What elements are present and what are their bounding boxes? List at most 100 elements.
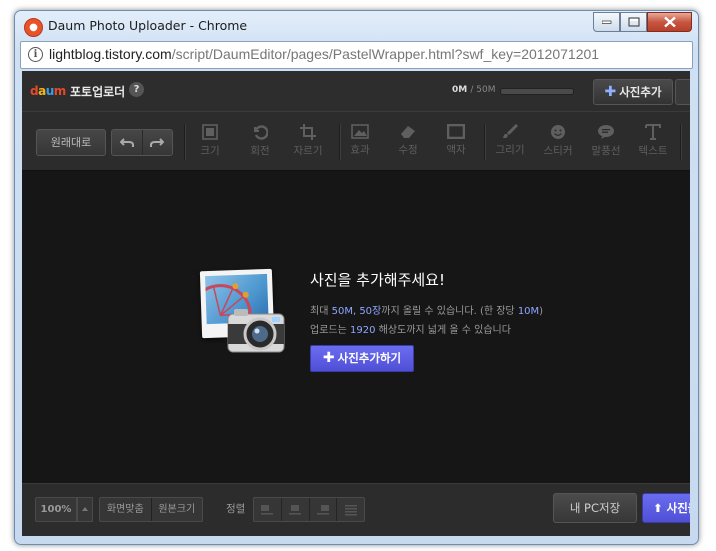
tool-resize[interactable]: 크기 xyxy=(190,124,230,164)
add-photo-button[interactable]: ✚ 사진추가 xyxy=(593,79,673,105)
undo-button[interactable] xyxy=(112,130,143,155)
tool-label: 수정 xyxy=(398,144,418,156)
tool-text[interactable]: 텍스트 xyxy=(633,124,673,164)
limit-prefix: 최대 xyxy=(310,306,332,317)
tool-label: 액자 xyxy=(446,144,466,156)
maximize-icon xyxy=(628,17,639,27)
info-icon[interactable]: i xyxy=(28,47,43,62)
minimize-button[interactable] xyxy=(593,12,620,32)
add-photos-button[interactable]: ✚ 사진추가하기 xyxy=(310,345,414,372)
logo-letter-a: a xyxy=(38,84,46,98)
tool-sticker[interactable]: 스티커 xyxy=(538,124,578,164)
logo-letter-m: m xyxy=(53,84,67,98)
undo-icon xyxy=(119,138,134,147)
address-bar[interactable]: i lightblog.tistory.com/script/DaumEdito… xyxy=(20,41,693,69)
plus-icon: ✚ xyxy=(604,84,617,100)
photo-camera-illustration xyxy=(198,268,290,363)
tool-label: 회전 xyxy=(250,145,270,157)
empty-state-title: 사진을 추가해주세요! xyxy=(310,271,445,289)
close-button[interactable] xyxy=(647,12,692,32)
help-icon[interactable]: ? xyxy=(129,82,144,97)
max-resolution: 1920 xyxy=(349,325,376,336)
logo-letter-d: d xyxy=(30,84,39,98)
capacity-bar xyxy=(500,88,574,95)
app-footer: 100% 화면맞춤 원본크기 정렬 내 PC저장 ⬆ 사진올리기 xyxy=(22,483,690,536)
original-size-button[interactable]: 원본크기 xyxy=(152,498,203,521)
upload-label: 사진올리기 xyxy=(666,501,690,515)
align-left-icon xyxy=(261,504,274,514)
align-right-button[interactable] xyxy=(310,498,338,521)
app-title: 포토업로더 xyxy=(70,85,126,99)
limit-suffix: ) xyxy=(539,306,544,317)
caret-up-icon xyxy=(82,507,88,511)
fit-screen-button[interactable]: 화면맞춤 xyxy=(100,498,152,521)
url-path: /script/DaumEditor/pages/PastelWrapper.h… xyxy=(171,46,600,62)
window-controls xyxy=(593,12,692,32)
resolution-text: 업로드는 1920 해상도까지 넓게 올 수 있습니다 xyxy=(310,321,511,336)
url-host: lightblog.tistory.com xyxy=(49,46,172,62)
align-label: 정렬 xyxy=(226,503,246,515)
eraser-icon xyxy=(401,126,415,138)
upload-arrow-icon: ⬆ xyxy=(653,501,667,515)
edit-toolbar: 원래대로 크기 회전 자르기 효과 수정 액자 그리기 스티커 말풍선 텍스트 xyxy=(22,112,690,171)
browser-window: ● Daum Photo Uploader - Chrome i lightbl… xyxy=(14,10,699,545)
view-size-group: 화면맞춤 원본크기 xyxy=(99,497,203,522)
resize-icon xyxy=(202,124,218,140)
align-group xyxy=(253,497,365,522)
used-capacity: 0M xyxy=(452,85,468,95)
tool-frame[interactable]: 액자 xyxy=(436,124,476,164)
tool-label: 텍스트 xyxy=(638,145,668,157)
logo-letter-u: u xyxy=(45,84,55,98)
toolbar-separator xyxy=(484,124,486,160)
title-bar[interactable]: ● Daum Photo Uploader - Chrome xyxy=(15,11,698,41)
redo-button[interactable] xyxy=(143,130,173,155)
photo-canvas[interactable]: 사진을 추가해주세요! 최대 50M, 50장까지 올릴 수 있습니다. (한 … xyxy=(22,171,690,482)
tool-rotate[interactable]: 회전 xyxy=(240,124,280,164)
tool-label: 말풍선 xyxy=(591,145,621,157)
max-size: 50M xyxy=(331,306,353,317)
tool-speech-bubble[interactable]: 말풍선 xyxy=(586,124,626,164)
tool-draw[interactable]: 그리기 xyxy=(490,124,530,164)
daum-logo: daum xyxy=(30,84,66,98)
align-full-icon xyxy=(344,504,357,515)
rotate-icon xyxy=(254,125,268,140)
frame-icon xyxy=(447,124,465,139)
tool-label: 그리기 xyxy=(495,144,525,156)
undo-redo-group xyxy=(111,129,173,156)
close-icon xyxy=(663,16,676,28)
photo-uploader-app: daum 포토업로더 ? 0M / 50M ✚ 사진추가 원래대로 크기 회전 … xyxy=(22,71,690,536)
toolbar-separator xyxy=(184,124,186,160)
save-to-pc-button[interactable]: 내 PC저장 xyxy=(553,493,637,523)
tool-effect[interactable]: 효과 xyxy=(340,124,380,164)
align-left-button[interactable] xyxy=(254,498,282,521)
plus-icon: ✚ xyxy=(322,350,335,366)
more-button[interactable] xyxy=(675,79,690,105)
tool-label: 효과 xyxy=(350,144,370,156)
camera-icon xyxy=(227,309,285,353)
zoom-dropdown[interactable] xyxy=(77,497,93,522)
upload-limit-text: 최대 50M, 50장까지 올릴 수 있습니다. (한 장당 10M) xyxy=(310,302,543,317)
tool-label: 스티커 xyxy=(543,145,573,157)
res-prefix: 업로드는 xyxy=(310,325,350,336)
align-full-button[interactable] xyxy=(337,498,364,521)
window-title: Daum Photo Uploader - Chrome xyxy=(48,18,248,33)
toolbar-separator xyxy=(680,124,682,160)
brush-icon xyxy=(503,124,519,138)
align-center-icon xyxy=(289,504,302,514)
align-right-icon xyxy=(316,504,329,514)
add-photos-label: 사진추가하기 xyxy=(337,351,402,365)
add-photo-label: 사진추가 xyxy=(619,85,662,99)
total-capacity: / 50M xyxy=(470,85,496,95)
capacity-label: 0M / 50M xyxy=(452,85,495,95)
zoom-value[interactable]: 100% xyxy=(35,497,77,522)
url-text[interactable]: lightblog.tistory.com/script/DaumEditor/… xyxy=(49,46,599,62)
tool-crop[interactable]: 자르기 xyxy=(288,124,328,164)
maximize-button[interactable] xyxy=(620,12,647,32)
reset-original-button[interactable]: 원래대로 xyxy=(36,129,106,156)
upload-photos-button[interactable]: ⬆ 사진올리기 xyxy=(642,493,690,523)
align-center-button[interactable] xyxy=(282,498,310,521)
redo-icon xyxy=(150,138,165,147)
max-count: 50장 xyxy=(359,306,382,317)
tool-edit[interactable]: 수정 xyxy=(388,124,428,164)
res-suffix: 해상도까지 넓게 올 수 있습니다 xyxy=(375,325,511,336)
